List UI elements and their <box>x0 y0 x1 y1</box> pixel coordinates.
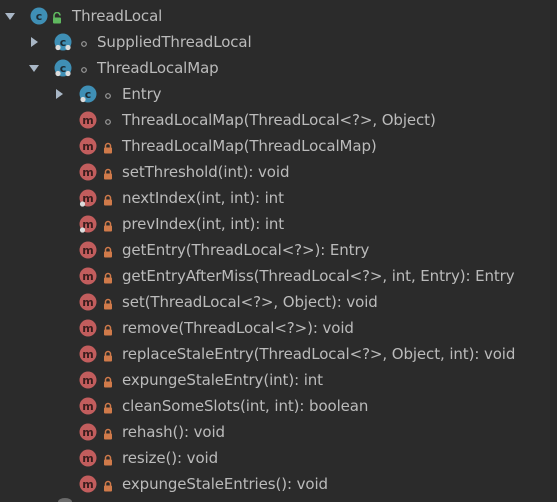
collapsed-arrow-icon[interactable] <box>53 88 65 100</box>
private-lock-icon <box>103 140 113 154</box>
tree-node-entry[interactable]: c Entry <box>0 81 557 107</box>
svg-text:m: m <box>82 296 93 309</box>
class-icon: c <box>54 33 72 51</box>
svg-text:c: c <box>60 36 67 49</box>
tree-node-method[interactable]: m ThreadLocalMap(ThreadLocal<?>, Object) <box>0 107 557 133</box>
svg-text:m: m <box>82 478 93 491</box>
private-lock-icon <box>103 374 113 388</box>
svg-text:c: c <box>36 10 43 23</box>
tree-node-method[interactable]: m set(ThreadLocal<?>, Object): void <box>0 289 557 315</box>
tree-node-label: cleanSomeSlots(int, int): boolean <box>122 397 369 415</box>
method-icon: m <box>79 163 97 181</box>
tree-node-method[interactable]: m expungeStaleEntries(): void <box>0 471 557 497</box>
tree-node-label: getEntryAfterMiss(ThreadLocal<?>, int, E… <box>122 267 515 285</box>
tree-node-method[interactable]: m ThreadLocalMap(ThreadLocalMap) <box>0 133 557 159</box>
tree-node-label: getEntry(ThreadLocal<?>): Entry <box>122 241 370 259</box>
private-lock-icon <box>103 426 113 440</box>
tree-node-label: expungeStaleEntries(): void <box>122 475 328 493</box>
tree-node-method[interactable]: m getEntryAfterMiss(ThreadLocal<?>, int,… <box>0 263 557 289</box>
svg-text:m: m <box>82 426 93 439</box>
structure-tree: c ThreadLocal c SuppliedThreadLocal c Th… <box>0 0 557 502</box>
class-icon: c <box>79 85 97 103</box>
tree-node-label: resize(): void <box>122 449 219 467</box>
method-icon: m <box>79 137 97 155</box>
tree-node-label: Entry <box>122 85 162 103</box>
svg-text:c: c <box>60 62 67 75</box>
tree-node-method[interactable]: m resize(): void <box>0 445 557 471</box>
method-icon: m <box>79 111 97 129</box>
tree-node-method[interactable]: m getEntry(ThreadLocal<?>): Entry <box>0 237 557 263</box>
expanded-arrow-icon[interactable] <box>28 62 40 74</box>
svg-text:c: c <box>85 88 92 101</box>
private-lock-icon <box>103 296 113 310</box>
static-method-icon: m <box>79 215 97 233</box>
private-lock-icon <box>103 244 113 258</box>
tree-node-label: ThreadLocalMap <box>97 59 219 77</box>
private-lock-icon <box>103 400 113 414</box>
private-lock-icon <box>103 478 113 492</box>
tree-node-method[interactable]: m remove(ThreadLocal<?>): void <box>0 315 557 341</box>
tree-node-label: ThreadLocalMap(ThreadLocalMap) <box>122 137 377 155</box>
tree-node-label: remove(ThreadLocal<?>): void <box>122 319 354 337</box>
tree-node-label: SuppliedThreadLocal <box>97 33 252 51</box>
tree-node-method[interactable]: m prevIndex(int, int): int <box>0 211 557 237</box>
tree-node-method[interactable]: m cleanSomeSlots(int, int): boolean <box>0 393 557 419</box>
tree-node-label: setThreshold(int): void <box>122 163 290 181</box>
tree-node-threadlocal[interactable]: c ThreadLocal <box>0 3 557 29</box>
tree-node-suppliedthreadlocal[interactable]: c SuppliedThreadLocal <box>0 29 557 55</box>
tree-node-label: set(ThreadLocal<?>, Object): void <box>122 293 378 311</box>
package-dot-icon <box>79 36 89 48</box>
method-icon: m <box>79 319 97 337</box>
package-dot-icon <box>103 114 113 126</box>
class-icon: c <box>54 59 72 77</box>
svg-text:m: m <box>82 374 93 387</box>
method-icon: m <box>79 397 97 415</box>
svg-text:m: m <box>82 140 93 153</box>
svg-text:m: m <box>82 400 93 413</box>
tree-node-method[interactable]: m nextIndex(int, int): int <box>0 185 557 211</box>
tree-node-method[interactable]: m rehash(): void <box>0 419 557 445</box>
private-lock-icon <box>103 322 113 336</box>
method-icon: m <box>79 475 97 493</box>
tree-node-label: ThreadLocalMap(ThreadLocal<?>, Object) <box>122 111 436 129</box>
tree-node-label: prevIndex(int, int): int <box>122 215 285 233</box>
method-icon: m <box>79 241 97 259</box>
svg-text:m: m <box>82 244 93 257</box>
svg-text:m: m <box>82 166 93 179</box>
private-lock-icon <box>103 270 113 284</box>
tree-node-method[interactable]: m replaceStaleEntry(ThreadLocal<?>, Obje… <box>0 341 557 367</box>
collapsed-arrow-icon[interactable] <box>28 36 40 48</box>
tree-node-method[interactable]: m expungeStaleEntry(int): int <box>0 367 557 393</box>
private-lock-icon <box>103 192 113 206</box>
method-icon: m <box>79 267 97 285</box>
method-icon: m <box>79 449 97 467</box>
private-lock-icon <box>103 166 113 180</box>
svg-text:m: m <box>82 452 93 465</box>
partial-class-icon <box>58 498 72 502</box>
static-method-icon: m <box>79 189 97 207</box>
private-lock-icon <box>103 218 113 232</box>
svg-text:m: m <box>82 114 93 127</box>
method-icon: m <box>79 371 97 389</box>
tree-node-label: nextIndex(int, int): int <box>122 189 284 207</box>
method-icon: m <box>79 423 97 441</box>
tree-node-label: rehash(): void <box>122 423 225 441</box>
tree-node-label: expungeStaleEntry(int): int <box>122 371 323 389</box>
public-lock-icon <box>52 10 62 24</box>
private-lock-icon <box>103 452 113 466</box>
expanded-arrow-icon[interactable] <box>4 10 16 22</box>
svg-text:m: m <box>82 348 93 361</box>
package-dot-icon <box>103 88 113 100</box>
class-icon: c <box>30 7 48 25</box>
tree-node-threadlocalmap[interactable]: c ThreadLocalMap <box>0 55 557 81</box>
method-icon: m <box>79 345 97 363</box>
method-icon: m <box>79 293 97 311</box>
private-lock-icon <box>103 348 113 362</box>
svg-text:m: m <box>82 322 93 335</box>
package-dot-icon <box>79 62 89 74</box>
tree-node-label: ThreadLocal <box>72 7 163 25</box>
tree-node-label: replaceStaleEntry(ThreadLocal<?>, Object… <box>122 345 516 363</box>
tree-node-method[interactable]: m setThreshold(int): void <box>0 159 557 185</box>
svg-text:m: m <box>82 270 93 283</box>
